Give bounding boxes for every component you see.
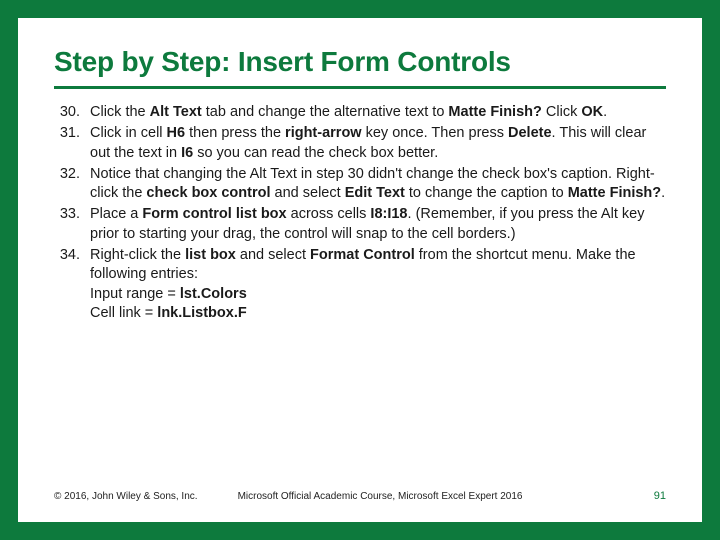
step-item: 32.Notice that changing the Alt Text in … (54, 165, 666, 204)
step-item: 31.Click in cell H6 then press the right… (54, 124, 666, 163)
step-list: 30.Click the Alt Text tab and change the… (54, 103, 666, 323)
step-item: 30.Click the Alt Text tab and change the… (54, 103, 666, 122)
footer-copyright: © 2016, John Wiley & Sons, Inc. (54, 491, 198, 502)
slide: Step by Step: Insert Form Controls 30.Cl… (18, 18, 702, 522)
step-text: Click in cell H6 then press the right-ar… (90, 124, 666, 163)
step-number: 32. (54, 165, 90, 204)
step-text: Click the Alt Text tab and change the al… (90, 103, 666, 122)
step-number: 31. (54, 124, 90, 163)
title-rule (54, 86, 666, 89)
footer-course: Microsoft Official Academic Course, Micr… (238, 491, 654, 502)
step-text: Right-click the list box and select Form… (90, 246, 666, 323)
slide-footer: © 2016, John Wiley & Sons, Inc. Microsof… (54, 490, 666, 502)
slide-content: 30.Click the Alt Text tab and change the… (54, 103, 666, 478)
step-number: 33. (54, 205, 90, 244)
slide-title: Step by Step: Insert Form Controls (54, 46, 666, 78)
step-item: 34.Right-click the list box and select F… (54, 246, 666, 323)
step-number: 34. (54, 246, 90, 323)
step-item: 33.Place a Form control list box across … (54, 205, 666, 244)
step-text: Notice that changing the Alt Text in ste… (90, 165, 666, 204)
footer-page-number: 91 (654, 490, 666, 502)
step-text: Place a Form control list box across cel… (90, 205, 666, 244)
step-number: 30. (54, 103, 90, 122)
